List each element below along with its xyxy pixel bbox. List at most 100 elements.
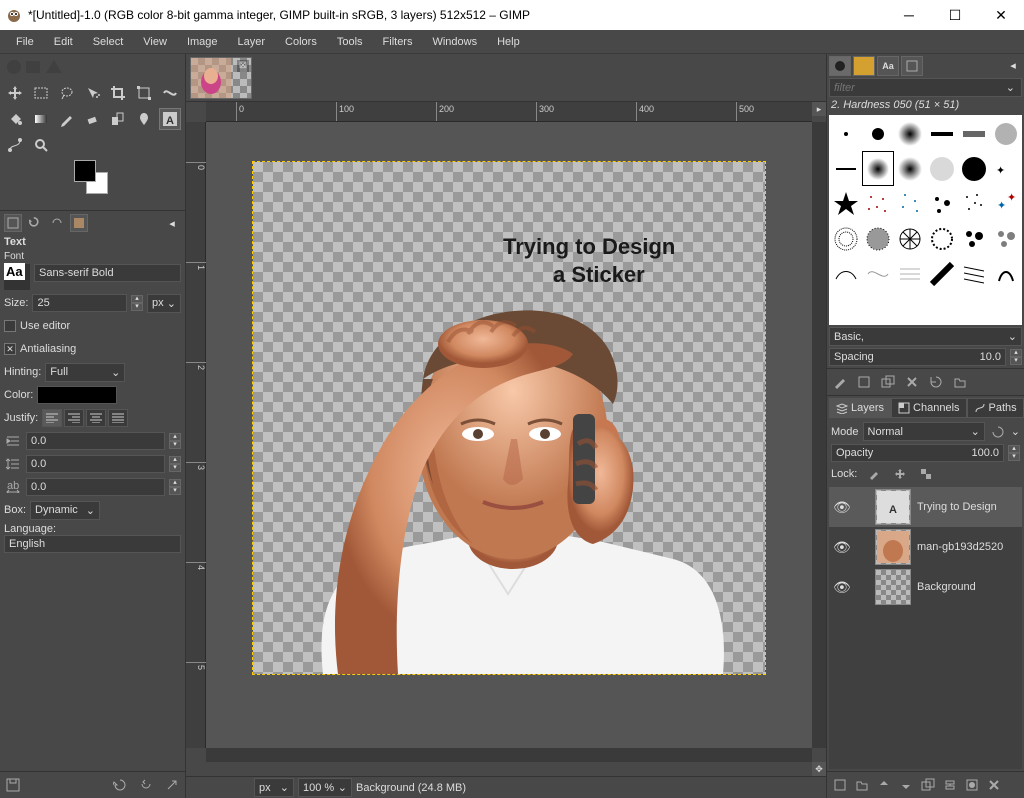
tool-options-tab-icon[interactable]	[4, 214, 22, 232]
menu-tools[interactable]: Tools	[327, 33, 373, 51]
justify-fill-icon[interactable]	[108, 409, 128, 427]
smudge-tool-icon[interactable]	[133, 108, 155, 130]
redo-tab-icon[interactable]	[48, 214, 66, 232]
patterns-tab-icon[interactable]	[853, 56, 875, 76]
path-tool-icon[interactable]	[4, 134, 26, 156]
menu-filters[interactable]: Filters	[373, 33, 423, 51]
font-field[interactable]	[34, 264, 181, 282]
mode-switch-icon[interactable]: ⌄	[1011, 425, 1020, 438]
raise-layer-icon[interactable]	[875, 776, 893, 794]
text-color-swatch[interactable]	[37, 386, 117, 404]
tab-layers[interactable]: Layers	[829, 398, 891, 418]
transform-tool-icon[interactable]	[133, 82, 155, 104]
color-swatches[interactable]	[74, 160, 181, 210]
quickmask-icon[interactable]: ▸	[812, 102, 826, 116]
undo-history-tab-icon[interactable]	[26, 214, 44, 232]
history-tab-icon[interactable]	[901, 56, 923, 76]
vertical-ruler[interactable]: 0 1 2 3 4 5	[186, 122, 206, 748]
size-unit-dropdown[interactable]: px⌄	[147, 294, 181, 313]
menu-colors[interactable]: Colors	[275, 33, 327, 51]
warp-tool-icon[interactable]	[159, 82, 181, 104]
canvas-text-line1[interactable]: Trying to Design	[503, 234, 675, 260]
selected-brush[interactable]	[862, 151, 894, 186]
edit-brush-icon[interactable]	[831, 373, 849, 391]
mode-reset-icon[interactable]	[989, 423, 1007, 441]
refresh-brush-icon[interactable]	[927, 373, 945, 391]
size-spinner[interactable]: ▴▾	[131, 295, 143, 311]
images-tab-icon[interactable]	[70, 214, 88, 232]
lasso-tool-icon[interactable]	[56, 82, 78, 104]
layer-name[interactable]: Background	[917, 581, 976, 593]
use-editor-checkbox[interactable]	[4, 320, 16, 332]
opacity-spinner[interactable]: ▴▾	[1008, 445, 1020, 461]
foreground-color[interactable]	[74, 160, 96, 182]
image-tab[interactable]: ⊠	[190, 57, 252, 99]
justify-left-icon[interactable]	[42, 409, 62, 427]
menu-help[interactable]: Help	[487, 33, 530, 51]
pencil-tool-icon[interactable]	[56, 108, 78, 130]
clone-tool-icon[interactable]	[107, 108, 129, 130]
indent-c-spinner[interactable]: ▴▾	[169, 479, 181, 495]
indent-a-spinner[interactable]: ▴▾	[169, 433, 181, 449]
visibility-icon[interactable]: 👁	[833, 499, 849, 516]
eraser-tool-icon[interactable]	[82, 108, 104, 130]
menu-file[interactable]: File	[6, 33, 44, 51]
tab-channels[interactable]: Channels	[891, 398, 966, 418]
new-group-icon[interactable]	[853, 776, 871, 794]
new-layer-icon[interactable]	[831, 776, 849, 794]
mask-layer-icon[interactable]	[963, 776, 981, 794]
navigator-icon[interactable]: ✥	[812, 762, 826, 776]
box-dropdown[interactable]: Dynamic⌄	[30, 501, 100, 520]
save-options-icon[interactable]	[4, 776, 22, 794]
open-brush-icon[interactable]	[951, 373, 969, 391]
menu-view[interactable]: View	[133, 33, 177, 51]
visibility-icon[interactable]: 👁	[833, 579, 849, 596]
lower-layer-icon[interactable]	[897, 776, 915, 794]
bucket-tool-icon[interactable]	[4, 108, 26, 130]
text-tool-icon[interactable]: A	[159, 108, 181, 130]
layer-row[interactable]: 👁 Background	[829, 567, 1022, 607]
layer-name[interactable]: Trying to Design	[917, 501, 997, 513]
menu-select[interactable]: Select	[83, 33, 134, 51]
antialias-checkbox[interactable]: ✕	[4, 343, 16, 355]
canvas[interactable]: Trying to Design a Sticker	[253, 162, 765, 674]
fuzzy-select-tool-icon[interactable]	[82, 82, 104, 104]
indent-field-c[interactable]	[26, 478, 165, 496]
menu-image[interactable]: Image	[177, 33, 228, 51]
layer-row[interactable]: 👁 A Trying to Design	[829, 487, 1022, 527]
canvas-viewport[interactable]: Trying to Design a Sticker	[206, 122, 812, 748]
close-button[interactable]: ✕	[978, 0, 1024, 30]
spacing-spinner[interactable]: ▴▾	[1010, 349, 1022, 365]
right-dock-menu-icon[interactable]: ◂	[1004, 56, 1022, 74]
move-tool-icon[interactable]	[4, 82, 26, 104]
brush-filter-input[interactable]	[830, 79, 1000, 96]
tab-paths[interactable]: Paths	[967, 398, 1024, 418]
brush-preset-dropdown[interactable]: Basic,⌄	[829, 327, 1022, 346]
delete-options-icon[interactable]	[137, 776, 155, 794]
lock-pixels-icon[interactable]	[865, 465, 883, 483]
visibility-icon[interactable]: 👁	[833, 539, 849, 556]
menu-edit[interactable]: Edit	[44, 33, 83, 51]
status-unit-dropdown[interactable]: px⌄	[254, 778, 294, 797]
lock-position-icon[interactable]	[891, 465, 909, 483]
merge-layer-icon[interactable]	[941, 776, 959, 794]
justify-center-icon[interactable]	[86, 409, 106, 427]
image-tab-close-icon[interactable]: ⊠	[237, 60, 249, 72]
hinting-dropdown[interactable]: Full⌄	[45, 363, 125, 382]
spacing-value[interactable]: 10.0	[980, 351, 1001, 363]
maximize-button[interactable]: ☐	[932, 0, 978, 30]
layer-thumb-image[interactable]	[875, 529, 911, 565]
delete-layer-icon[interactable]	[985, 776, 1003, 794]
brush-grid[interactable]: ✦ ✦✦	[829, 115, 1022, 325]
brushes-tab-icon[interactable]	[829, 56, 851, 76]
minimize-button[interactable]: ─	[886, 0, 932, 30]
vertical-scrollbar[interactable]	[812, 122, 826, 748]
language-field[interactable]	[4, 535, 181, 553]
gradient-tool-icon[interactable]	[30, 108, 52, 130]
mode-dropdown[interactable]: Normal⌄	[863, 422, 985, 441]
fonts-tab-icon[interactable]: Aa	[877, 56, 899, 76]
duplicate-brush-icon[interactable]	[879, 373, 897, 391]
duplicate-layer-icon[interactable]	[919, 776, 937, 794]
rect-select-tool-icon[interactable]	[30, 82, 52, 104]
layer-thumb-text[interactable]: A	[875, 489, 911, 525]
